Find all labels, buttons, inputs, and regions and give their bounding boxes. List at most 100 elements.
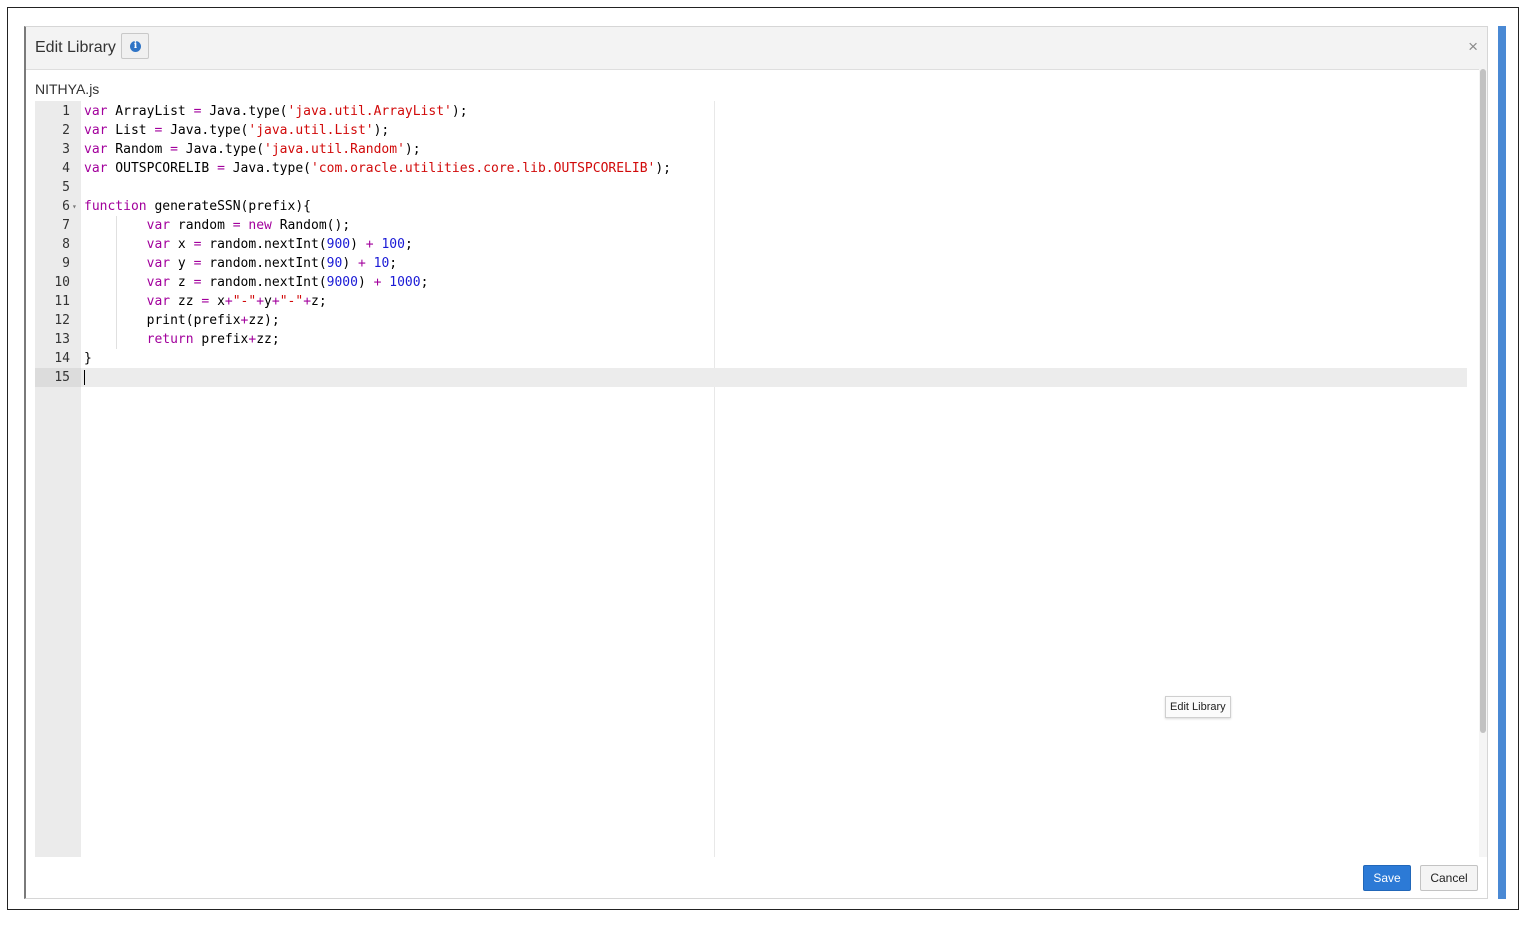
code-token: Java.type(: [224, 161, 311, 176]
code-token: var: [146, 294, 171, 309]
save-button[interactable]: Save: [1363, 865, 1411, 891]
code-token: );: [451, 104, 468, 119]
fold-toggle-icon[interactable]: ▾: [72, 197, 77, 216]
line-number: 3: [62, 142, 70, 157]
code-text: var Random = Java.type('java.util.Random…: [84, 140, 421, 159]
code-token: 9000: [326, 275, 358, 290]
code-token: ArrayList: [107, 104, 194, 119]
code-line[interactable]: 13 return prefix+zz;: [35, 330, 1467, 349]
line-number: 13: [54, 332, 70, 347]
code-text: var ArrayList = Java.type('java.util.Arr…: [84, 102, 468, 121]
code-token: Java.type(: [162, 123, 249, 138]
code-token: 90: [326, 256, 343, 271]
editor-scrollbar[interactable]: [1479, 69, 1487, 857]
code-token: var: [146, 237, 171, 252]
tooltip: Edit Library: [1165, 696, 1231, 718]
line-number: 2: [62, 123, 70, 138]
code-token: +: [256, 294, 265, 309]
code-token: random.nextInt(: [201, 237, 327, 252]
code-text: var x = random.nextInt(900) + 100;: [84, 235, 413, 254]
code-token: prefix: [193, 332, 249, 347]
file-name-label: NITHYA.js: [35, 81, 100, 97]
code-token: =: [170, 142, 178, 157]
code-line[interactable]: 6 ▾ function generateSSN(prefix){: [35, 197, 1467, 216]
text-cursor: [84, 370, 85, 385]
code-token: Java.type(: [177, 142, 265, 157]
code-token: x: [209, 294, 225, 309]
code-line[interactable]: 11 var zz = x+"-"+y+"-"+z;: [35, 292, 1467, 311]
code-token: 'com.oracle.utilities.core.lib.OUTSPCORE…: [310, 161, 656, 176]
code-token: "-": [232, 294, 257, 309]
code-line[interactable]: 9 var y = random.nextInt(90) + 10;: [35, 254, 1467, 273]
line-number: 8: [62, 237, 70, 252]
code-token: ): [342, 256, 358, 271]
code-token: +: [365, 237, 374, 252]
code-token: 1000: [389, 275, 421, 290]
code-text: return prefix+zz;: [84, 330, 280, 349]
code-token: 100: [381, 237, 405, 252]
code-token: var: [84, 123, 108, 138]
code-line[interactable]: 10 var z = random.nextInt(9000) + 1000;: [35, 273, 1467, 292]
code-text: print(prefix+zz);: [84, 311, 280, 330]
info-button[interactable]: i: [121, 33, 149, 59]
code-editor[interactable]: 1 var ArrayList = Java.type('java.util.Ar…: [35, 101, 1469, 857]
code-token: 900: [326, 237, 351, 252]
code-line[interactable]: 8 var x = random.nextInt(900) + 100;: [35, 235, 1467, 254]
line-number: 9: [62, 256, 70, 271]
dialog-title: Edit Library: [35, 39, 116, 56]
code-token: zz;: [256, 332, 280, 347]
code-token: Random();: [271, 218, 351, 233]
code-line[interactable]: 4 var OUTSPCORELIB = Java.type('com.oracl…: [35, 159, 1467, 178]
code-token: z;: [311, 294, 327, 309]
dialog-header: Edit Library i ×: [26, 27, 1487, 70]
code-token: print(prefix: [84, 313, 241, 328]
code-token: "-": [279, 294, 304, 309]
code-line[interactable]: 7 var random = new Random();: [35, 216, 1467, 235]
code-token: zz: [170, 294, 202, 309]
code-token: var: [146, 275, 171, 290]
cancel-button[interactable]: Cancel: [1420, 865, 1478, 891]
code-line[interactable]: 5: [35, 178, 1467, 197]
code-token: +: [224, 294, 233, 309]
code-line[interactable]: 12 print(prefix+zz);: [35, 311, 1467, 330]
code-token: generateSSN(prefix){: [146, 199, 311, 214]
code-token: +: [357, 256, 366, 271]
code-token: new: [248, 218, 272, 233]
line-number: 15: [35, 368, 81, 387]
code-line[interactable]: 14}: [35, 349, 1467, 368]
code-text: var OUTSPCORELIB = Java.type('com.oracle…: [84, 159, 671, 178]
code-line[interactable]: 3 var Random = Java.type('java.util.Rando…: [35, 140, 1467, 159]
code-token: +: [271, 294, 280, 309]
code-token: OUTSPCORELIB: [107, 161, 218, 176]
code-text: var zz = x+"-"+y+"-"+z;: [84, 292, 327, 311]
code-token: );: [404, 142, 421, 157]
scrollbar-thumb[interactable]: [1480, 69, 1486, 733]
code-token: }: [84, 351, 92, 366]
code-token: random: [170, 218, 233, 233]
code-text: }: [84, 349, 92, 368]
code-token: Java.type(: [201, 104, 288, 119]
code-token: x: [170, 237, 194, 252]
code-token: return: [146, 332, 194, 347]
line-number: 5: [62, 180, 70, 195]
line-number: 7: [62, 218, 70, 233]
close-icon[interactable]: ×: [1468, 37, 1478, 57]
code-line[interactable]: 2 var List = Java.type('java.util.List');: [35, 121, 1467, 140]
code-token: );: [655, 161, 672, 176]
code-token: var: [84, 142, 108, 157]
code-line[interactable]: 15: [35, 368, 1467, 387]
line-number: 6: [62, 199, 70, 214]
code-line[interactable]: 1 var ArrayList = Java.type('java.util.Ar…: [35, 102, 1467, 121]
code-token: var: [84, 104, 108, 119]
code-text: var y = random.nextInt(90) + 10;: [84, 254, 397, 273]
code-token: y: [264, 294, 272, 309]
code-token: var: [146, 256, 171, 271]
code-text: var z = random.nextInt(9000) + 1000;: [84, 273, 429, 292]
code-token: ): [357, 275, 374, 290]
line-number: 10: [54, 275, 70, 290]
code-token: random.nextInt(: [201, 256, 327, 271]
code-token: List: [107, 123, 155, 138]
line-number: 1: [62, 104, 70, 119]
code-token: 'java.util.List': [248, 123, 374, 138]
